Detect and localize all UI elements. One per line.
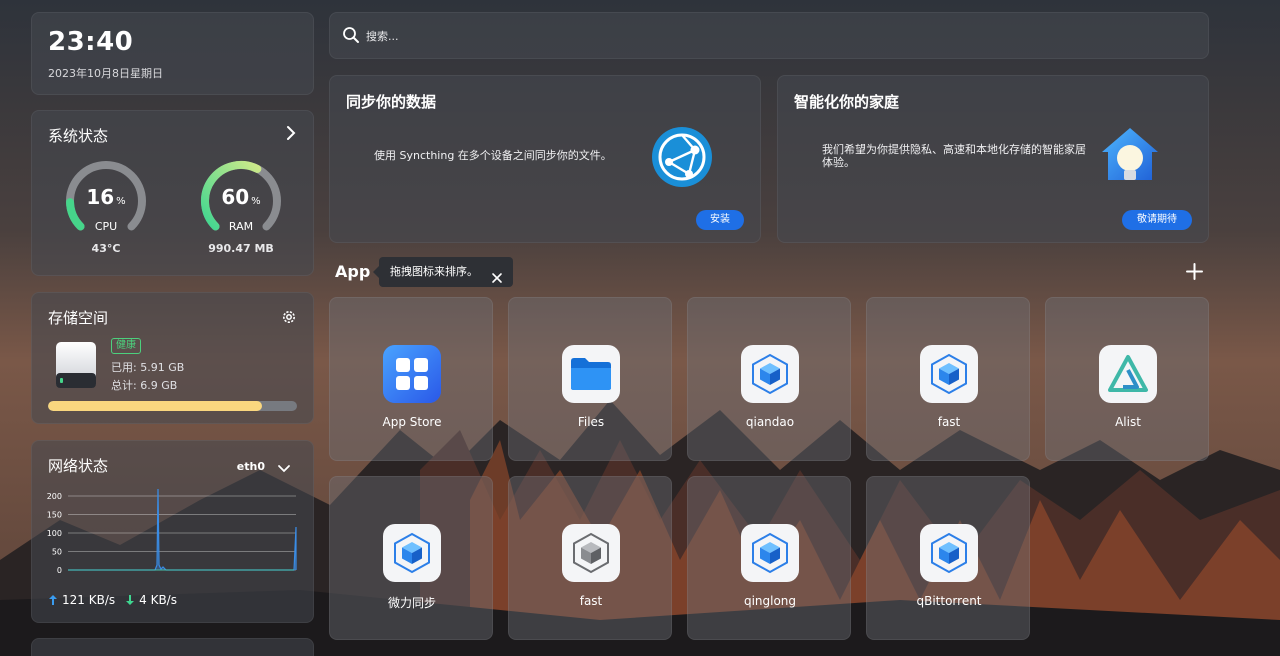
search-bar[interactable] bbox=[329, 12, 1209, 59]
promo-card-sync: 同步你的数据 使用 Syncthing 在多个设备之间同步你的文件。 安装 bbox=[329, 75, 761, 243]
storage-used: 已用: 5.91 GB bbox=[111, 361, 185, 374]
system-status-card: 系统状态 16% CPU 43°C 60% RAM 990.47 MB bbox=[31, 110, 314, 276]
drag-to-sort-tooltip: 拖拽图标来排序。 bbox=[373, 257, 513, 287]
upload-rate: 121 KB/s bbox=[48, 593, 115, 607]
coming-soon-button[interactable]: 敬请期待 bbox=[1122, 210, 1192, 230]
syncthing-icon bbox=[651, 126, 713, 192]
app-tile-app-store[interactable]: App Store bbox=[329, 297, 493, 461]
app-label: qinglong bbox=[743, 594, 797, 608]
cpu-temperature: 43°C bbox=[91, 242, 121, 255]
promo-sync-description: 使用 Syncthing 在多个设备之间同步你的文件。 bbox=[374, 149, 612, 162]
download-rate: 4 KB/s bbox=[125, 593, 177, 607]
tooltip-text: 拖拽图标来排序。 bbox=[390, 265, 478, 278]
smart-home-icon bbox=[1098, 124, 1162, 192]
ram-percent: 60% bbox=[221, 185, 261, 209]
clock-widget: 23:40 2023年10月8日星期日 bbox=[31, 12, 314, 95]
promo-card-smart-home: 智能化你的家庭 我们希望为你提供隐私、高速和本地化存储的智能家居体验。 敬请期待 bbox=[777, 75, 1209, 243]
y-tick-label: 150 bbox=[47, 511, 62, 520]
app-tile-qiandao[interactable]: qiandao bbox=[687, 297, 851, 461]
promo-home-description: 我们希望为你提供隐私、高速和本地化存储的智能家居体验。 bbox=[822, 143, 1086, 169]
blue-cube-icon bbox=[920, 345, 978, 403]
app-store-icon bbox=[383, 345, 441, 403]
clock-date: 2023年10月8日星期日 bbox=[48, 67, 163, 80]
gray-cube-icon bbox=[562, 524, 620, 582]
collapsed-widget bbox=[31, 638, 314, 656]
chevron-right-icon[interactable] bbox=[285, 125, 297, 145]
app-tile-fast-2[interactable]: fast bbox=[508, 476, 672, 640]
app-tile-files[interactable]: Files bbox=[508, 297, 672, 461]
y-tick-label: 100 bbox=[47, 529, 62, 538]
promo-sync-title: 同步你的数据 bbox=[346, 93, 437, 111]
interface-selector-label[interactable]: eth0 bbox=[237, 460, 265, 473]
arrow-down-icon bbox=[126, 595, 135, 605]
promo-home-title: 智能化你的家庭 bbox=[794, 93, 900, 111]
cpu-gauge: 16% CPU 43°C bbox=[64, 159, 148, 255]
storage-card: 存储空间 健康 已用: 5.91 GB 总计: 6.9 GB bbox=[31, 292, 314, 424]
storage-total: 总计: 6.9 GB bbox=[111, 379, 178, 392]
app-tile-qinglong[interactable]: qinglong bbox=[687, 476, 851, 640]
blue-cube-icon bbox=[741, 524, 799, 582]
app-label: fast bbox=[579, 594, 603, 608]
search-icon bbox=[342, 26, 360, 48]
app-label: App Store bbox=[382, 415, 442, 429]
ram-label: RAM bbox=[228, 220, 254, 233]
app-label: fast bbox=[937, 415, 961, 429]
hard-drive-icon bbox=[54, 341, 98, 389]
download-rate-value: 4 KB/s bbox=[139, 593, 177, 607]
app-label: Files bbox=[577, 415, 605, 429]
cpu-label: CPU bbox=[94, 220, 118, 233]
ram-usage: 990.47 MB bbox=[208, 242, 274, 255]
app-label: Alist bbox=[1115, 415, 1141, 429]
ram-gauge: 60% RAM 990.47 MB bbox=[199, 159, 283, 255]
app-tile-fast[interactable]: fast bbox=[866, 297, 1030, 461]
app-label: 微力同步 bbox=[387, 596, 436, 610]
chevron-down-icon[interactable] bbox=[277, 459, 291, 478]
app-tile-alist[interactable]: Alist bbox=[1045, 297, 1209, 461]
app-tile-qbittorrent[interactable]: qBittorrent bbox=[866, 476, 1030, 640]
storage-title: 存储空间 bbox=[48, 309, 109, 327]
install-button[interactable]: 安装 bbox=[696, 210, 744, 230]
y-tick-label: 0 bbox=[57, 566, 62, 575]
app-label: qiandao bbox=[745, 415, 795, 429]
app-label: qBittorrent bbox=[916, 594, 982, 608]
cpu-percent: 16% bbox=[86, 185, 126, 209]
storage-usage-fill bbox=[48, 401, 263, 411]
upload-rate-value: 121 KB/s bbox=[62, 593, 116, 607]
add-icon[interactable] bbox=[1186, 263, 1203, 284]
gear-icon[interactable] bbox=[281, 309, 297, 329]
y-tick-label: 50 bbox=[52, 548, 62, 557]
system-status-title: 系统状态 bbox=[48, 127, 109, 145]
network-title: 网络状态 bbox=[48, 457, 109, 475]
alist-icon bbox=[1099, 345, 1157, 403]
app-tile-weili-sync[interactable]: 微力同步 bbox=[329, 476, 493, 640]
clock-time: 23:40 bbox=[48, 27, 134, 57]
network-status-card: 网络状态 eth0 200 150 100 50 0 121 KB/s 4 KB/s bbox=[31, 440, 314, 623]
storage-usage-bar bbox=[48, 401, 297, 411]
search-input[interactable] bbox=[366, 27, 966, 45]
blue-cube-icon bbox=[383, 524, 441, 582]
y-tick-label: 200 bbox=[47, 492, 62, 501]
blue-cube-icon bbox=[920, 524, 978, 582]
app-section-title: App bbox=[335, 262, 371, 281]
network-traffic-chart: 200 150 100 50 0 bbox=[47, 488, 297, 575]
health-badge: 健康 bbox=[111, 338, 141, 354]
arrow-up-icon bbox=[49, 595, 57, 605]
folder-icon bbox=[562, 345, 620, 403]
network-rates: 121 KB/s 4 KB/s bbox=[48, 593, 177, 607]
close-icon[interactable] bbox=[491, 266, 503, 296]
blue-cube-icon bbox=[741, 345, 799, 403]
